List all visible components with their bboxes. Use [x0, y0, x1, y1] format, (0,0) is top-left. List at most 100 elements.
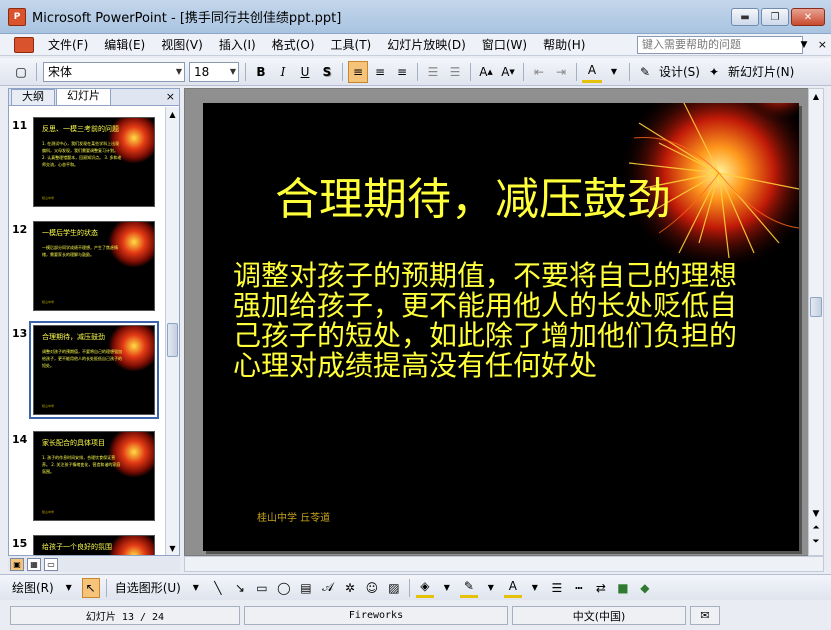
normal-view-icon[interactable]: ▣	[10, 557, 24, 571]
scroll-up-icon[interactable]: ▲	[809, 89, 823, 103]
slide-footer[interactable]: 桂山中学 丘苓道	[257, 509, 330, 524]
window-controls: ▬ ❐ ✕	[731, 8, 825, 26]
diagram-icon[interactable]: ✲	[341, 578, 359, 598]
horizontal-scrollbar[interactable]	[184, 556, 824, 572]
thumbnails-scrollbar[interactable]: ▲ ▼	[165, 107, 179, 555]
chevron-down-icon[interactable]: ▼	[482, 578, 500, 598]
new-document-icon[interactable]: ▢	[11, 61, 31, 83]
slide-thumbnail[interactable]: 一模后学生的状态 一模后部分同学成绩不理想，产生了焦虑情绪，需要家长的理解与鼓励…	[33, 221, 155, 311]
tab-outline[interactable]: 大纲	[11, 89, 55, 105]
language-indicator: 中文(中国)	[512, 606, 686, 625]
slide-title[interactable]: 合理期待，减压鼓劲	[203, 163, 743, 227]
scrollbar-thumb[interactable]	[167, 323, 178, 357]
menu-file[interactable]: 文件(F)	[40, 34, 96, 56]
autoshapes-menu-button[interactable]: 自选图形(U)	[113, 578, 183, 598]
align-left-icon[interactable]: ≡	[348, 60, 368, 83]
numbering-icon[interactable]: ☰	[423, 61, 443, 83]
slide-thumbnail[interactable]: 家长配合的具体项目 1. 孩子的作息时间安排，合理饮食保证营养。 2. 关注孩子…	[33, 431, 155, 521]
arrow-style-icon[interactable]: ⇄	[592, 578, 610, 598]
line-color-icon[interactable]: ✎	[459, 578, 478, 598]
slideshow-view-icon[interactable]: ▭	[44, 557, 58, 571]
slide-number: 12	[12, 223, 28, 236]
pane-close-icon[interactable]: ×	[166, 90, 175, 103]
help-dropdown-icon[interactable]: ▼	[797, 36, 811, 54]
dash-style-icon[interactable]: ┅	[570, 578, 588, 598]
title-bar: P Microsoft PowerPoint - [携手同行共创佳绩ppt.pp…	[0, 0, 831, 34]
new-slide-icon[interactable]: ✦	[704, 61, 724, 83]
scroll-down-icon[interactable]: ▼	[166, 541, 179, 555]
scroll-up-icon[interactable]: ▲	[166, 107, 179, 121]
chevron-down-icon[interactable]: ▼	[438, 578, 456, 598]
help-search-input[interactable]: 键入需要帮助的问题	[637, 36, 803, 54]
slide-thumbnail[interactable]: 合理期待，减压鼓劲 调整对孩子的预期值，不要将自己的理想强加给孩子，更不能用他人…	[29, 321, 159, 419]
document-close-icon[interactable]: ×	[818, 38, 827, 51]
picture-icon[interactable]: ▨	[385, 578, 403, 598]
slide-thumbnail[interactable]: 反思、一模三考前的问题 1. 在测试中心，我们发现在某些学科上出现偏科，父母发现…	[33, 117, 155, 207]
chevron-down-icon[interactable]: ▼	[604, 61, 624, 83]
document-icon[interactable]	[14, 36, 34, 53]
current-slide[interactable]: 合理期待，减压鼓劲 调整对孩子的预期值，不要将自己的理想强加给孩子，更不能用他人…	[203, 103, 799, 551]
font-size-select[interactable]: 18 ▼	[189, 61, 239, 82]
italic-button[interactable]: I	[273, 61, 293, 83]
align-center-icon[interactable]: ≡	[370, 61, 390, 83]
rectangle-icon[interactable]: ▭	[253, 578, 271, 598]
previous-slide-icon[interactable]: ⏶	[809, 521, 823, 535]
menu-format[interactable]: 格式(O)	[264, 34, 323, 56]
close-button[interactable]: ✕	[791, 8, 825, 26]
shadow-style-icon[interactable]: ■	[614, 578, 632, 598]
menu-slideshow[interactable]: 幻灯片放映(D)	[379, 34, 474, 56]
spelling-status-icon[interactable]: ✉	[690, 606, 720, 625]
fill-color-icon[interactable]: ◈	[415, 578, 434, 598]
design-icon[interactable]: ✎	[635, 61, 655, 83]
slide-scrollbar[interactable]: ▲ ▼ ⏶ ⏷	[808, 88, 824, 556]
shadow-button[interactable]: S	[317, 61, 337, 83]
font-color-icon[interactable]: A	[503, 578, 522, 598]
align-right-icon[interactable]: ≡	[392, 61, 412, 83]
bold-button[interactable]: B	[251, 61, 271, 83]
3d-style-icon[interactable]: ◆	[636, 578, 654, 598]
decrease-indent-icon[interactable]: ⇤	[529, 61, 549, 83]
increase-indent-icon[interactable]: ⇥	[551, 61, 571, 83]
slide-number: 14	[12, 433, 28, 446]
decrease-font-icon[interactable]: A ▼	[498, 61, 518, 83]
font-color-icon[interactable]: A	[582, 61, 602, 83]
wordart-icon[interactable]: 𝒜	[319, 578, 337, 598]
line-icon[interactable]: ╲	[209, 578, 227, 598]
font-name-select[interactable]: 宋体 ▼	[43, 61, 185, 82]
textbox-icon[interactable]: ▤	[297, 578, 315, 598]
new-slide-button[interactable]: 新幻灯片(N)	[725, 63, 797, 80]
menu-view[interactable]: 视图(V)	[153, 34, 211, 56]
slide-body-text[interactable]: 调整对孩子的预期值，不要将自己的理想强加给孩子，更不能用他人的长处贬低自己孩子的…	[233, 261, 753, 381]
increase-font-icon[interactable]: A ▲	[476, 61, 496, 83]
select-pointer-icon[interactable]: ↖	[81, 577, 100, 598]
design-template-name: Fireworks	[244, 606, 508, 625]
menu-tools[interactable]: 工具(T)	[323, 34, 380, 56]
powerpoint-app-icon[interactable]: P	[8, 7, 26, 26]
scroll-down-icon[interactable]: ▼	[809, 507, 823, 521]
arrow-icon[interactable]: ↘	[231, 578, 249, 598]
bullets-icon[interactable]: ☰	[445, 61, 465, 83]
chevron-down-icon[interactable]: ▼	[526, 578, 544, 598]
minimize-button[interactable]: ▬	[731, 8, 759, 26]
oval-icon[interactable]: ◯	[275, 578, 293, 598]
toolbar-separator	[408, 578, 410, 597]
menu-insert[interactable]: 插入(I)	[211, 34, 264, 56]
underline-button[interactable]: U	[295, 61, 315, 83]
restore-button[interactable]: ❐	[761, 8, 789, 26]
draw-menu-button[interactable]: 绘图(R)	[10, 578, 56, 598]
chevron-down-icon[interactable]: ▼	[60, 578, 78, 598]
fireworks-graphic	[108, 536, 154, 555]
clipart-icon[interactable]: ☺	[363, 578, 381, 598]
menu-edit[interactable]: 编辑(E)	[96, 34, 153, 56]
slide-thumbnail[interactable]: 给孩子一个良好的氛围	[33, 535, 155, 555]
scrollbar-thumb[interactable]	[810, 297, 822, 317]
slide-sorter-icon[interactable]: ▦	[27, 557, 41, 571]
next-slide-icon[interactable]: ⏷	[809, 535, 823, 549]
menu-help[interactable]: 帮助(H)	[535, 34, 593, 56]
tab-slides[interactable]: 幻灯片	[56, 88, 111, 105]
toolbar-separator	[417, 62, 418, 81]
design-button[interactable]: 设计(S)	[656, 63, 703, 80]
chevron-down-icon[interactable]: ▼	[187, 578, 205, 598]
menu-window[interactable]: 窗口(W)	[474, 34, 535, 56]
line-style-icon[interactable]: ☰	[548, 578, 566, 598]
